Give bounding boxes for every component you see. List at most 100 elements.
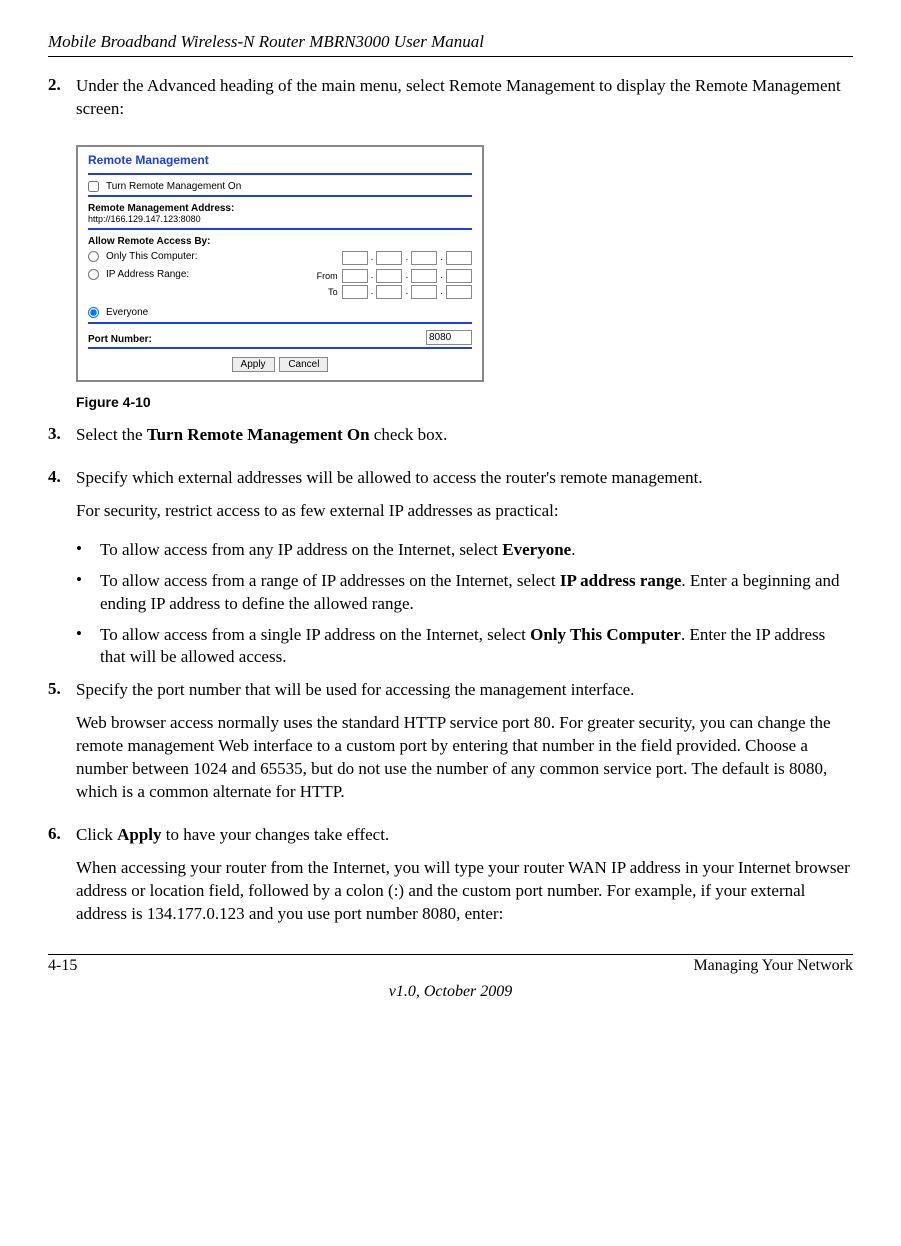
panel-divider [88, 228, 472, 230]
bold-term: Turn Remote Management On [147, 425, 370, 444]
ip-dot: . [370, 286, 375, 297]
page-number: 4-15 [48, 957, 77, 975]
section-title: Managing Your Network [693, 957, 853, 975]
text-span: check box. [370, 425, 448, 444]
ip-octet-input[interactable] [376, 285, 402, 299]
step-number: 3. [48, 424, 76, 457]
bullet-item: • To allow access from a range of IP add… [76, 570, 853, 616]
ip-dot: . [370, 252, 375, 263]
port-row: Port Number: [88, 330, 472, 345]
step-3-text: Select the Turn Remote Management On che… [76, 424, 853, 447]
bold-term: Only This Computer [530, 625, 681, 644]
ip-octet-input[interactable] [376, 269, 402, 283]
ip-range-from-row: From . . . [310, 269, 472, 283]
bullet-item: • To allow access from a single IP addre… [76, 624, 853, 670]
bullet-body: To allow access from a range of IP addre… [100, 570, 853, 616]
panel-button-row: Apply Cancel [88, 357, 472, 372]
step-body: Click Apply to have your changes take ef… [76, 824, 853, 936]
allow-heading: Allow Remote Access By: [88, 236, 472, 247]
ip-dot: . [439, 270, 444, 281]
ip-octet-input[interactable] [342, 251, 368, 265]
ip-range-to-row: To . . . [310, 285, 472, 299]
ip-octet-input[interactable] [446, 285, 472, 299]
step-number: 2. [48, 75, 76, 131]
step-body: Select the Turn Remote Management On che… [76, 424, 853, 457]
footer-version: v1.0, October 2009 [48, 983, 853, 1001]
panel-divider [88, 347, 472, 349]
step-4-line1: Specify which external addresses will be… [76, 467, 853, 490]
to-label: To [310, 287, 338, 297]
step-6-line2: When accessing your router from the Inte… [76, 857, 853, 926]
step-number: 6. [48, 824, 76, 936]
ip-octet-input[interactable] [342, 269, 368, 283]
port-label: Port Number: [88, 334, 152, 345]
header-divider [48, 56, 853, 57]
from-label: From [310, 271, 338, 281]
panel-title: Remote Management [88, 153, 472, 171]
only-this-computer-radio[interactable] [88, 251, 99, 262]
step-5: 5. Specify the port number that will be … [48, 679, 853, 814]
port-number-input[interactable] [426, 330, 472, 345]
remote-management-panel: Remote Management Turn Remote Management… [76, 145, 484, 382]
everyone-radio[interactable] [88, 307, 99, 318]
step-4: 4. Specify which external addresses will… [48, 467, 853, 533]
step-3: 3. Select the Turn Remote Management On … [48, 424, 853, 457]
ip-octet-input[interactable] [411, 251, 437, 265]
text-span: to have your changes take effect. [162, 825, 390, 844]
bullet-body: To allow access from a single IP address… [100, 624, 853, 670]
step-5-line1: Specify the port number that will be use… [76, 679, 853, 702]
text-span: Click [76, 825, 117, 844]
ip-dot: . [439, 252, 444, 263]
cancel-button[interactable]: Cancel [279, 357, 328, 372]
step-6: 6. Click Apply to have your changes take… [48, 824, 853, 936]
ip-dot: . [370, 270, 375, 281]
panel-divider [88, 322, 472, 324]
step-body: Under the Advanced heading of the main m… [76, 75, 853, 131]
address-value: http://166.129.147.123:8080 [88, 214, 472, 226]
ip-range-label: IP Address Range: [106, 269, 189, 280]
ip-octet-input[interactable] [342, 285, 368, 299]
panel-divider [88, 173, 472, 175]
step-number: 4. [48, 467, 76, 533]
figure-caption: Figure 4-10 [76, 394, 853, 410]
bullet-item: • To allow access from any IP address on… [76, 539, 853, 562]
only-this-row: Only This Computer: . . . [88, 251, 472, 265]
step-6-line1: Click Apply to have your changes take ef… [76, 824, 853, 847]
turn-on-row: Turn Remote Management On [88, 181, 472, 192]
bullet-marker: • [76, 570, 100, 616]
ip-octet-input[interactable] [376, 251, 402, 265]
panel-divider [88, 195, 472, 197]
text-span: Select the [76, 425, 147, 444]
step-number: 5. [48, 679, 76, 814]
ip-octet-input[interactable] [446, 251, 472, 265]
text-span: To allow access from a range of IP addre… [100, 571, 560, 590]
footer-divider [48, 954, 853, 955]
text-span: To allow access from a single IP address… [100, 625, 530, 644]
ip-octet-input[interactable] [411, 269, 437, 283]
everyone-row: Everyone [88, 307, 472, 318]
bullet-body: To allow access from any IP address on t… [100, 539, 853, 562]
ip-address-range-radio[interactable] [88, 269, 99, 280]
ip-dot: . [404, 270, 409, 281]
step-2: 2. Under the Advanced heading of the mai… [48, 75, 853, 131]
ip-octet-input[interactable] [446, 269, 472, 283]
ip-dot: . [404, 286, 409, 297]
ip-octet-input[interactable] [411, 285, 437, 299]
step-body: Specify which external addresses will be… [76, 467, 853, 533]
text-span: . [571, 540, 575, 559]
only-this-label: Only This Computer: [106, 251, 198, 262]
bold-term: IP address range [560, 571, 682, 590]
running-header: Mobile Broadband Wireless-N Router MBRN3… [48, 32, 853, 52]
text-span: To allow access from any IP address on t… [100, 540, 502, 559]
step-5-line2: Web browser access normally uses the sta… [76, 712, 853, 804]
step-body: Specify the port number that will be use… [76, 679, 853, 814]
ip-dot: . [404, 252, 409, 263]
bullet-marker: • [76, 624, 100, 670]
address-heading: Remote Management Address: [88, 203, 472, 214]
step-2-text: Under the Advanced heading of the main m… [76, 75, 853, 121]
bold-term: Everyone [502, 540, 571, 559]
everyone-label: Everyone [106, 307, 148, 318]
only-this-ip-row: . . . [342, 251, 472, 265]
turn-remote-management-on-checkbox[interactable] [88, 181, 99, 192]
apply-button[interactable]: Apply [232, 357, 275, 372]
